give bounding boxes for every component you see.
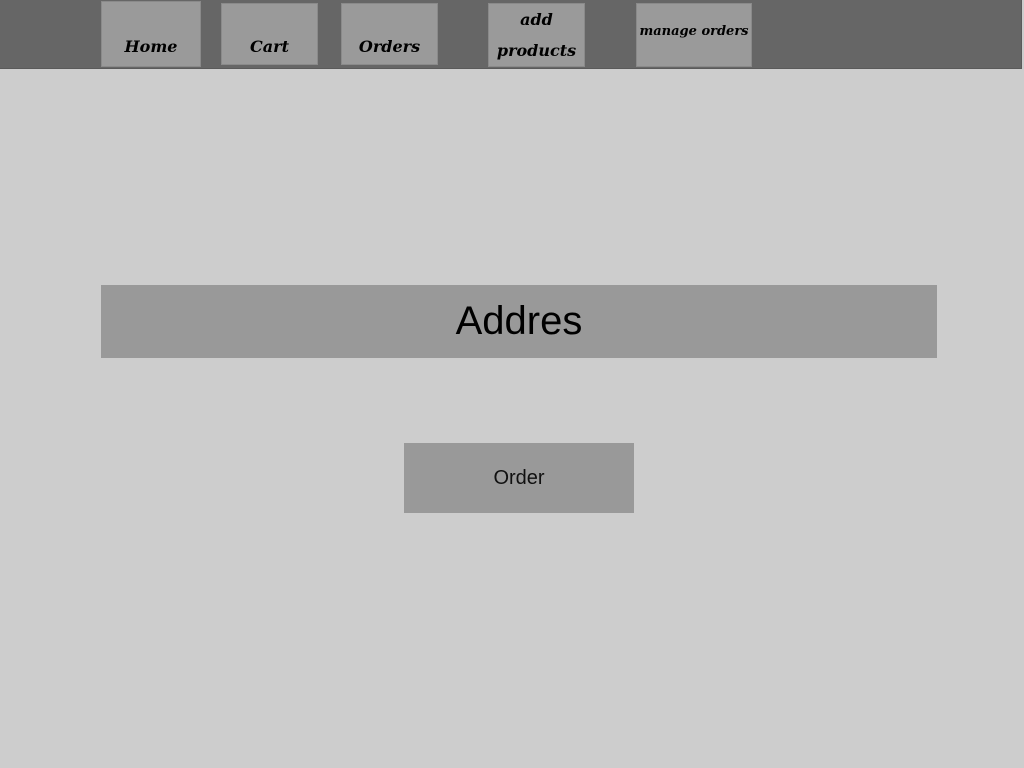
order-button[interactable]: Order — [404, 443, 634, 513]
nav-orders-button[interactable]: Orders — [341, 3, 438, 65]
nav-add-products-label: add products — [496, 10, 577, 60]
top-navbar: Home Cart Orders add products manage ord… — [0, 0, 1022, 69]
nav-cart-label: Cart — [250, 37, 289, 56]
nav-home-label: Home — [124, 37, 178, 56]
nav-manage-orders-button[interactable]: manage orders — [636, 3, 752, 67]
nav-cart-button[interactable]: Cart — [221, 3, 318, 65]
nav-orders-label: Orders — [358, 37, 421, 56]
nav-add-products-button[interactable]: add products — [488, 3, 585, 67]
address-input[interactable] — [101, 285, 937, 358]
nav-manage-orders-label: manage orders — [639, 23, 749, 39]
nav-home-button[interactable]: Home — [101, 1, 201, 67]
